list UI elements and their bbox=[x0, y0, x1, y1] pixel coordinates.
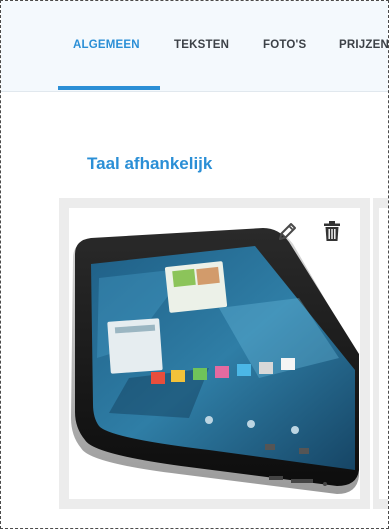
photo-card bbox=[59, 198, 370, 509]
tab-prijzen[interactable]: PRIJZEN bbox=[339, 39, 388, 51]
tab-teksten[interactable]: TEKSTEN bbox=[174, 39, 229, 51]
tab-algemeen[interactable]: ALGEMEEN bbox=[73, 39, 140, 51]
next-photo-card-inner bbox=[379, 208, 388, 499]
photo-card-inner bbox=[69, 208, 360, 499]
next-photo-card bbox=[373, 198, 388, 509]
edit-icon[interactable] bbox=[275, 218, 301, 244]
delete-icon[interactable] bbox=[319, 218, 345, 244]
tab-fotos[interactable]: FOTO'S bbox=[263, 39, 306, 51]
page-frame: ALGEMEEN TEKSTEN FOTO'S PRIJZEN Taal afh… bbox=[0, 0, 389, 529]
section-title: Taal afhankelijk bbox=[87, 154, 213, 173]
active-tab-indicator bbox=[58, 86, 160, 90]
tablet-photo bbox=[71, 228, 359, 494]
tab-bar: ALGEMEEN TEKSTEN FOTO'S PRIJZEN bbox=[1, 1, 388, 92]
